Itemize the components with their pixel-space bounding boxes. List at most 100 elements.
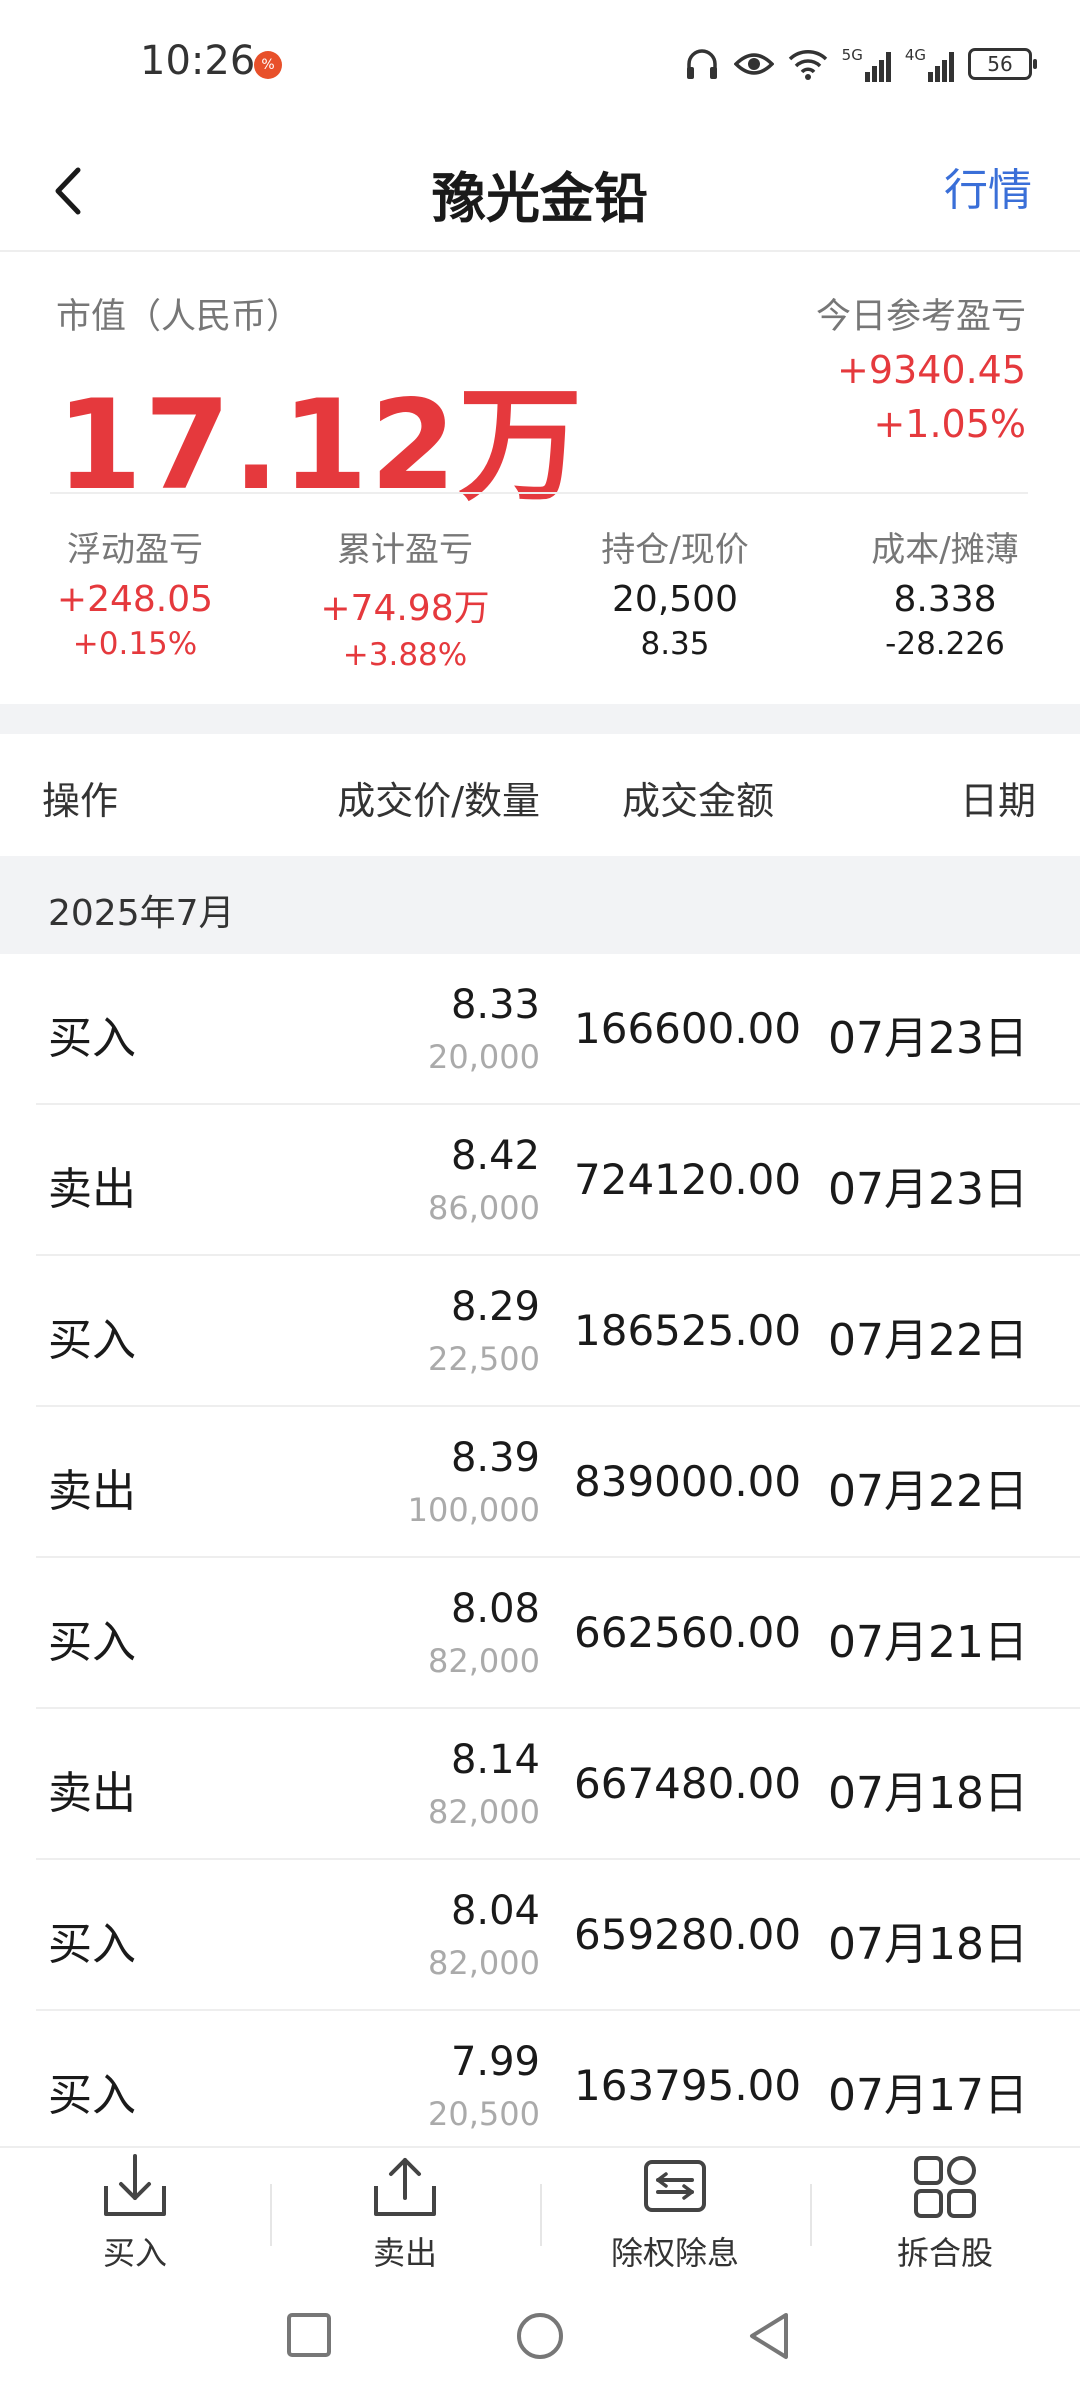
- stat-value: 8.338: [893, 579, 997, 620]
- action-separator: [810, 2184, 812, 2246]
- buy-tray-icon: [104, 2154, 166, 2216]
- trade-op: 卖出: [48, 1164, 136, 1215]
- stat-value: +248.05: [56, 579, 214, 620]
- trade-amount: 662560.00: [574, 1608, 802, 1657]
- today-pnl-percent: +1.05%: [873, 402, 1026, 446]
- sell-tray-icon: [374, 2158, 436, 2216]
- trade-op: 买入: [48, 2070, 136, 2121]
- recent-apps-icon[interactable]: [284, 2310, 334, 2360]
- stat-holding-price: 持仓/现价 20,500 8.35: [540, 522, 810, 673]
- trade-op: 卖出: [48, 1768, 136, 1819]
- nav-bar: 豫光金铅 行情: [0, 130, 1080, 252]
- column-header-op: 操作: [42, 779, 119, 823]
- stat-sub: +3.88%: [342, 637, 468, 673]
- trade-price: 7.99: [450, 2039, 540, 2085]
- table-row[interactable]: 买入 8.29 22,500 186525.00 07月22日: [0, 1256, 1080, 1407]
- headphones-icon: [686, 49, 717, 79]
- table-row[interactable]: 买入 7.99 20,500 163795.00 07月17日: [0, 2011, 1080, 2162]
- table-row[interactable]: 买入 8.04 82,000 659280.00 07月18日: [0, 1860, 1080, 2011]
- ex-dividend-button[interactable]: 除权除息: [540, 2148, 810, 2282]
- notification-badge-icon: %: [254, 51, 282, 79]
- month-group-header: 2025年7月: [0, 856, 1080, 954]
- split-merge-button[interactable]: 拆合股: [810, 2148, 1080, 2282]
- trade-price: 8.14: [450, 1737, 540, 1783]
- stat-label: 累计盈亏: [337, 530, 473, 570]
- buy-label: 买入: [102, 2234, 167, 2272]
- trade-op: 卖出: [48, 1466, 136, 1517]
- today-pnl-amount: +9340.45: [837, 348, 1026, 392]
- trade-amount: 659280.00: [574, 1910, 802, 1959]
- section-gap: [0, 704, 1080, 734]
- buy-button[interactable]: 买入: [0, 2148, 270, 2282]
- trade-date: 07月22日: [828, 1466, 1028, 1517]
- trade-amount: 186525.00: [574, 1306, 802, 1355]
- trade-date: 07月18日: [828, 1919, 1028, 1970]
- trade-price: 8.08: [450, 1586, 540, 1632]
- back-arrow-icon[interactable]: [40, 156, 110, 226]
- action-separator: [540, 2184, 542, 2246]
- trade-price: 8.29: [450, 1284, 540, 1330]
- page-title: 豫光金铅: [432, 167, 648, 230]
- trade-price: 8.33: [450, 982, 540, 1028]
- table-row[interactable]: 卖出 8.14 82,000 667480.00 07月18日: [0, 1709, 1080, 1860]
- column-header-date: 日期: [959, 779, 1036, 823]
- sell-button[interactable]: 卖出: [270, 2148, 540, 2282]
- trade-date: 07月21日: [828, 1617, 1028, 1668]
- table-row[interactable]: 买入 8.08 82,000 662560.00 07月21日: [0, 1558, 1080, 1709]
- summary-divider: [50, 492, 1028, 494]
- stat-floating-pnl: 浮动盈亏 +248.05 +0.15%: [0, 522, 270, 673]
- stat-sub: -28.226: [885, 626, 1005, 662]
- column-header-amount: 成交金额: [622, 779, 775, 823]
- trade-price: 8.42: [450, 1133, 540, 1179]
- stat-label: 浮动盈亏: [67, 530, 203, 570]
- wifi-icon: [788, 50, 827, 80]
- trade-price: 8.39: [450, 1435, 540, 1481]
- stat-value: 20,500: [612, 579, 738, 620]
- trade-qty: 82,000: [428, 1793, 540, 1831]
- battery-icon: 56: [968, 48, 1037, 80]
- column-header-price-qty: 成交价/数量: [337, 779, 540, 823]
- home-icon[interactable]: [514, 2310, 566, 2362]
- trade-op: 买入: [48, 1919, 136, 1970]
- trade-list: 买入 8.33 20,000 166600.00 07月23日 卖出 8.42 …: [0, 954, 1080, 2162]
- trade-amount: 163795.00: [574, 2061, 802, 2110]
- today-pnl-label: 今日参考盈亏: [815, 297, 1026, 337]
- market-quote-link[interactable]: 行情: [944, 154, 1032, 218]
- stats-row: 浮动盈亏 +248.05 +0.15% 累计盈亏 +74.98万 +3.88% …: [0, 522, 1080, 673]
- signal-5g-label: 5G: [841, 46, 863, 64]
- signal-4g-label: 4G: [904, 46, 926, 64]
- status-icons: 5G 4G 56: [684, 44, 1037, 84]
- trade-amount: 667480.00: [574, 1759, 802, 1808]
- table-row[interactable]: 卖出 8.42 86,000 724120.00 07月23日: [0, 1105, 1080, 1256]
- month-label: 2025年7月: [48, 893, 235, 934]
- table-row[interactable]: 卖出 8.39 100,000 839000.00 07月22日: [0, 1407, 1080, 1558]
- system-nav-bar: [0, 2280, 1080, 2400]
- action-separator: [270, 2184, 272, 2246]
- trade-date: 07月23日: [828, 1013, 1028, 1064]
- trade-price: 8.04: [450, 1888, 540, 1934]
- stat-sub: 8.35: [640, 626, 710, 662]
- trade-qty: 86,000: [428, 1189, 540, 1227]
- trade-date: 07月23日: [828, 1164, 1028, 1215]
- stat-label: 持仓/现价: [601, 530, 749, 570]
- bottom-action-bar: 买入 卖出 除权除息 拆合股: [0, 2146, 1080, 2280]
- back-triangle-icon[interactable]: [744, 2310, 794, 2362]
- trade-qty: 20,500: [428, 2095, 540, 2133]
- trade-date: 07月18日: [828, 1768, 1028, 1819]
- trade-amount: 839000.00: [574, 1457, 802, 1506]
- ex-dividend-label: 除权除息: [610, 2234, 739, 2272]
- table-row[interactable]: 买入 8.33 20,000 166600.00 07月23日: [0, 954, 1080, 1105]
- trade-op: 买入: [48, 1013, 136, 1064]
- trade-date: 07月22日: [828, 1315, 1028, 1366]
- market-value-label: 市值（人民币）: [56, 297, 302, 337]
- ex-dividend-icon: [644, 2160, 706, 2212]
- eye-icon: [733, 53, 774, 75]
- stat-sub: +0.15%: [72, 626, 198, 662]
- status-time: 10:26: [140, 38, 256, 84]
- trade-qty: 82,000: [428, 1642, 540, 1680]
- trade-qty: 22,500: [428, 1340, 540, 1378]
- stat-value: +74.98万: [320, 588, 490, 629]
- trade-amount: 166600.00: [574, 1004, 802, 1053]
- stat-label: 成本/摊薄: [871, 530, 1019, 570]
- signal-5g-icon: 5G: [842, 46, 891, 82]
